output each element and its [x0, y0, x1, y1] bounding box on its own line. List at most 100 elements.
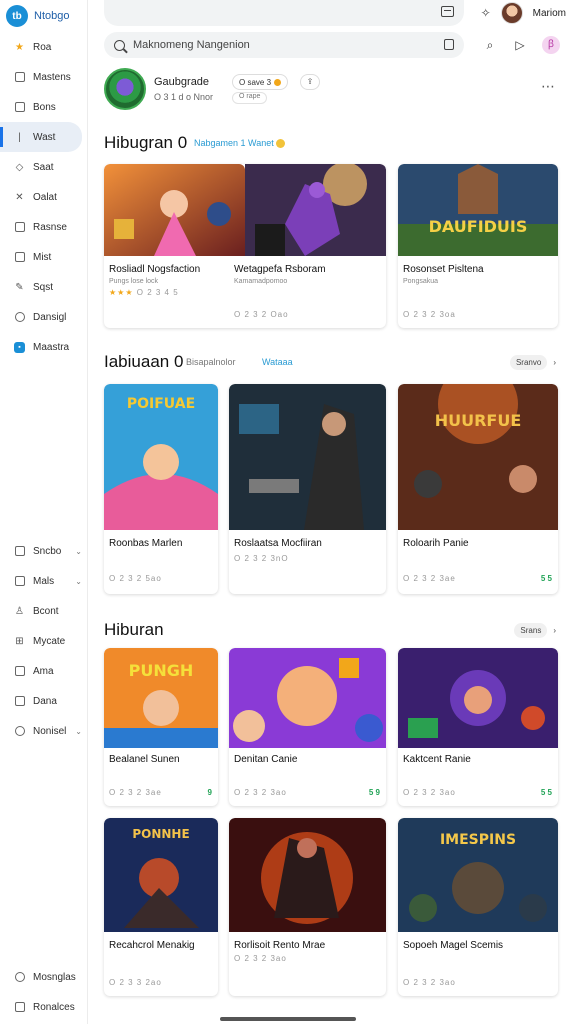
card-title: Wetagpefa Rsboram: [234, 264, 326, 275]
game-card[interactable]: IMESPINS Sopoeh Magel Scemis O 2 3 2 3ao: [398, 818, 558, 996]
sidebar: tb Ntobgo ★ Roa Mastens Bons | Wast ◇ Saat …: [0, 0, 88, 1024]
box-icon: [14, 222, 25, 233]
sidebar-item-nonisel[interactable]: Nonisel ⌄: [0, 716, 88, 746]
grid-icon: ⊞: [15, 635, 24, 647]
clipboard-icon[interactable]: [444, 39, 454, 50]
sidebar-item-label: Sncbo: [33, 545, 62, 557]
see-more-3[interactable]: Srans ›: [514, 623, 556, 638]
game-card[interactable]: DAUFIDUIS Rosonset Pisltena Pongsakua O …: [398, 164, 558, 328]
top-address-bar[interactable]: [104, 0, 464, 26]
sidebar-nav-footer: Mosnglas Ronalces: [0, 962, 88, 1022]
chevron-right-icon: ›: [553, 626, 556, 635]
sidebar-item-ama[interactable]: Ama: [0, 656, 88, 686]
sidebar-item-label: Bons: [33, 101, 56, 113]
share-icon[interactable]: ⇪: [300, 74, 320, 90]
sidebar-item-label: Oalat: [33, 191, 57, 203]
sidebar-item-sqst[interactable]: ✎ Sqst: [0, 272, 88, 302]
circle-icon: [14, 972, 25, 983]
app-brand[interactable]: tb Ntobgo: [6, 5, 69, 27]
avatar[interactable]: [500, 2, 523, 24]
home-indicator[interactable]: [220, 1017, 356, 1021]
game-card[interactable]: PONNHE Recahcrol Menakig O 2 3 3 2ao: [104, 818, 218, 996]
sidebar-item-rasnse[interactable]: Rasnse: [0, 212, 88, 242]
card-art-label: PUNGH: [129, 661, 194, 680]
box-icon: [14, 72, 25, 83]
card-rating: O 2 3 2 5ao: [109, 574, 162, 583]
sidebar-item-ronalces[interactable]: Ronalces: [0, 992, 88, 1022]
card-badge: 5 5: [540, 788, 552, 797]
sidebar-item-dana[interactable]: Dana: [0, 686, 88, 716]
sidebar-item-mastens[interactable]: Mastens: [0, 62, 88, 92]
save-chip-label: O save 3: [239, 77, 272, 87]
game-card[interactable]: POIFUAE Roonbas Marlen O 2 3 2 5ao: [104, 384, 218, 594]
sidebar-item-mycate[interactable]: ⊞ Mycate: [0, 626, 88, 656]
sidebar-item-mals[interactable]: Mals ⌄: [0, 566, 88, 596]
sidebar-item-maastra[interactable]: ▪ Maastra: [0, 332, 88, 362]
search-input[interactable]: Maknomeng Nangenion: [104, 32, 464, 58]
card-art: [104, 164, 245, 256]
game-subtitle: O 3 1 d o Nnor: [154, 92, 214, 102]
card-rating-text: O 2 3 4 5: [136, 288, 179, 297]
sidebar-item-label: Nonisel: [33, 725, 67, 737]
tag-icon: ◇: [15, 161, 24, 173]
save-chip[interactable]: O save 3: [232, 74, 289, 90]
game-card[interactable]: Kaktcent Ranie O 2 3 2 3ao 5 5: [398, 648, 558, 806]
profile-badge-icon[interactable]: ꞵ: [542, 36, 560, 54]
circle-icon: [14, 312, 25, 323]
card-rating: O 2 3 2 3ao: [234, 954, 287, 963]
card-rating: O 2 3 2 3ae: [403, 574, 456, 583]
sidebar-item-dansigl[interactable]: Dansigl: [0, 302, 88, 332]
sidebar-item-saat[interactable]: ◇ Saat: [0, 152, 88, 182]
game-profile-header: Gaubgrade O 3 1 d o Nnor O save 3 O rape…: [104, 68, 564, 112]
card-subtitle: Pongsakua: [403, 278, 439, 285]
card-title: Roonbas Marlen: [109, 538, 183, 549]
box-icon: [14, 252, 25, 263]
sidebar-nav-lower: Sncbo ⌄ Mals ⌄ ♙ Bcont ⊞ Mycate Ama Dana Non…: [0, 536, 88, 746]
card-art-label: IMESPINS: [440, 832, 516, 848]
card-art: IMESPINS: [398, 818, 558, 932]
sidebar-item-bons[interactable]: Bons: [0, 92, 88, 122]
box-icon: [14, 102, 25, 113]
section-link-1[interactable]: Nabgamen 1 Wanet: [194, 138, 286, 149]
sidebar-item-roa[interactable]: ★ Roa: [0, 32, 88, 62]
game-card[interactable]: PUNGH Bealanel Sunen O 2 3 2 3ae 9: [104, 648, 218, 806]
sidebar-item-sncbo[interactable]: Sncbo ⌄: [0, 536, 88, 566]
game-card[interactable]: Rosliadl Nogsfaction Pungs lose lock ★★★…: [104, 164, 386, 328]
section-link-2[interactable]: Wataaa: [262, 357, 293, 367]
see-more-2[interactable]: Sranvo ›: [509, 355, 556, 370]
circle-icon: [14, 726, 25, 737]
search-lens-icon[interactable]: ⌕: [482, 38, 498, 53]
chevron-down-icon[interactable]: ⌄: [75, 577, 82, 586]
sidebar-item-label: Rasnse: [33, 221, 67, 233]
card-rating: O 2 3 2 3nO: [234, 554, 289, 563]
sidebar-item-mosnglas[interactable]: Mosnglas: [0, 962, 88, 992]
card-subtitle: Pungs lose lock: [109, 278, 159, 285]
card-title: Sopoeh Magel Scemis: [403, 940, 504, 951]
chevron-down-icon[interactable]: ⌄: [75, 727, 82, 736]
sidebar-item-label: Mycate: [33, 635, 66, 647]
game-card[interactable]: Roslaatsa Mocfiiran O 2 3 2 3nO: [229, 384, 386, 594]
game-card[interactable]: Denitan Canie O 2 3 2 3ao 5 9: [229, 648, 386, 806]
search-icon: [114, 39, 125, 51]
play-icon[interactable]: ▷: [512, 38, 528, 52]
game-logo[interactable]: [104, 68, 146, 110]
card-title: Rosonset Pisltena: [403, 264, 484, 275]
chevron-down-icon[interactable]: ⌄: [75, 547, 82, 556]
sidebar-item-label: Saat: [33, 161, 54, 173]
sidebar-item-mist[interactable]: Mist: [0, 242, 88, 272]
window-icon[interactable]: [441, 6, 454, 17]
sidebar-item-oalat[interactable]: ✕ Oalat: [0, 182, 88, 212]
card-rating: ★★★ O 2 3 4 5: [109, 288, 179, 297]
rating-chip[interactable]: O rape: [232, 92, 268, 104]
sidebar-item-wast[interactable]: | Wast: [0, 122, 82, 152]
magic-wand-icon[interactable]: ✧: [481, 6, 491, 20]
game-card[interactable]: Rorlisoit Rento Mrae O 2 3 2 3ao: [229, 818, 386, 996]
card-rating: O 2 3 2 3ao: [403, 788, 456, 797]
sidebar-item-label: Ronalces: [33, 1001, 75, 1013]
sidebar-item-bcont[interactable]: ♙ Bcont: [0, 596, 88, 626]
sidebar-nav-main: ★ Roa Mastens Bons | Wast ◇ Saat ✕ Oalat Ras…: [0, 32, 88, 362]
more-options-icon[interactable]: ⋯: [541, 78, 556, 95]
card-title: Kaktcent Ranie: [403, 754, 471, 765]
game-card[interactable]: HUURFUE Roloarih Panie O 2 3 2 3ae 5 5: [398, 384, 558, 594]
card-title: Roloarih Panie: [403, 538, 469, 549]
